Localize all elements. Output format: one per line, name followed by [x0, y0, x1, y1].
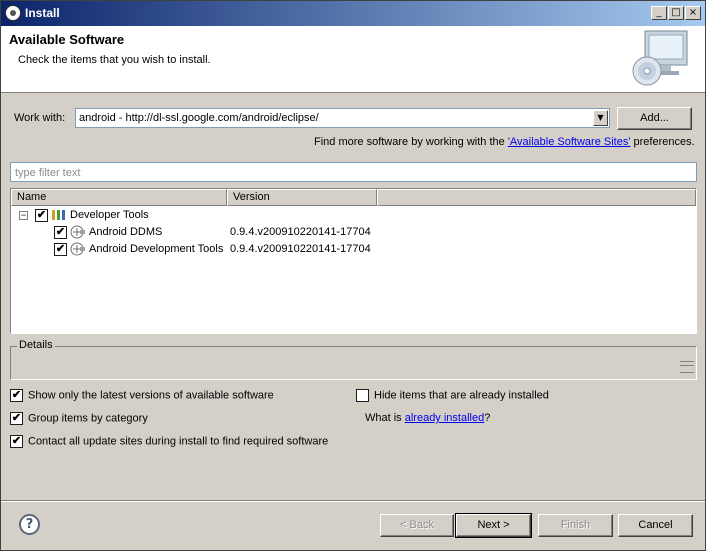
- checkbox-group-by-category[interactable]: ✔: [10, 412, 23, 425]
- option-label: Contact all update sites during install …: [28, 435, 329, 448]
- details-group: Details: [10, 339, 697, 380]
- checkbox-latest-versions[interactable]: ✔: [10, 389, 23, 402]
- help-icon[interactable]: ?: [19, 514, 40, 535]
- option-label: Show only the latest versions of availab…: [28, 389, 274, 402]
- option-latest-versions[interactable]: ✔ Show only the latest versions of availa…: [10, 389, 274, 402]
- option-label: Group items by category: [28, 412, 148, 425]
- install-window: Install _ □ × Available Software Check t…: [0, 0, 706, 551]
- plugin-icon: [70, 225, 85, 239]
- install-monitor-icon: [632, 30, 688, 86]
- work-with-value: android - http://dl-ssl.google.com/andro…: [79, 112, 319, 124]
- what-installed-suffix: ?: [484, 412, 491, 425]
- tree-item-label: Android DDMS: [89, 226, 163, 238]
- collapse-icon[interactable]: −: [19, 211, 28, 220]
- next-button[interactable]: Next >: [455, 513, 532, 538]
- checkbox-contact-update-sites[interactable]: ✔: [10, 435, 23, 448]
- minimize-button[interactable]: _: [651, 6, 667, 20]
- checkbox-hide-installed[interactable]: [356, 389, 369, 402]
- back-button[interactable]: < Back: [380, 514, 454, 537]
- sites-note-prefix: Find more software by working with the: [314, 136, 508, 148]
- footer-separator: [1, 500, 705, 502]
- chevron-down-icon[interactable]: ▼: [593, 110, 608, 126]
- column-name[interactable]: Name: [11, 189, 227, 206]
- option-group-by-category[interactable]: ✔ Group items by category: [10, 412, 148, 425]
- what-installed-prefix: What is: [365, 412, 405, 425]
- filter-field[interactable]: [10, 162, 697, 182]
- already-installed-link[interactable]: already installed: [405, 412, 485, 424]
- eclipse-icon: [5, 5, 21, 21]
- title-bar[interactable]: Install _ □ ×: [1, 1, 705, 26]
- option-label: Hide items that are already installed: [374, 389, 549, 402]
- option-hide-installed[interactable]: Hide items that are already installed: [356, 389, 549, 402]
- checkbox-android-development-tools[interactable]: ✔: [54, 243, 67, 256]
- close-button[interactable]: ×: [685, 6, 701, 20]
- work-with-combo[interactable]: android - http://dl-ssl.google.com/andro…: [75, 108, 610, 128]
- sash-grip-icon[interactable]: [680, 361, 694, 373]
- tree-row-android-development-tools[interactable]: ✔ Android Development Tools 0.9.4.v20091…: [11, 241, 696, 258]
- checkbox-developer-tools[interactable]: ✔: [35, 209, 48, 222]
- software-tree-table: Name Version − ✔ Developer Tools ✔ Andro…: [10, 188, 697, 334]
- wizard-header: Available Software Check the items that …: [1, 26, 705, 93]
- available-software-sites-link[interactable]: 'Available Software Sites': [508, 136, 631, 148]
- sites-note: Find more software by working with the '…: [314, 136, 695, 148]
- tree-item-version: 0.9.4.v200910220141-17704: [230, 226, 371, 238]
- tree-row-developer-tools[interactable]: − ✔ Developer Tools: [11, 207, 696, 224]
- cancel-button[interactable]: Cancel: [618, 514, 693, 537]
- tree-item-label: Android Development Tools: [89, 243, 224, 255]
- filter-input[interactable]: [13, 164, 697, 182]
- finish-button[interactable]: Finish: [538, 514, 613, 537]
- category-icon: [52, 210, 65, 220]
- tree-row-android-ddms[interactable]: ✔ Android DDMS 0.9.4.v200910220141-17704: [11, 224, 696, 241]
- option-contact-update-sites[interactable]: ✔ Contact all update sites during install…: [10, 435, 328, 448]
- table-header: Name Version: [11, 189, 696, 206]
- work-with-label: Work with:: [14, 112, 66, 124]
- tree-item-label: Developer Tools: [70, 209, 149, 221]
- details-title: Details: [17, 339, 55, 351]
- maximize-button[interactable]: □: [668, 6, 684, 20]
- checkbox-android-ddms[interactable]: ✔: [54, 226, 67, 239]
- page-title: Available Software: [9, 32, 125, 47]
- tree-item-version: 0.9.4.v200910220141-17704: [230, 243, 371, 255]
- page-subtitle: Check the items that you wish to install…: [18, 54, 211, 66]
- add-button[interactable]: Add...: [617, 107, 692, 130]
- column-filler: [377, 189, 696, 206]
- column-version[interactable]: Version: [227, 189, 377, 206]
- what-installed-note: What is already installed?: [365, 412, 490, 424]
- window-title: Install: [25, 6, 60, 20]
- sites-note-suffix: preferences.: [630, 136, 695, 148]
- plugin-icon: [70, 242, 85, 256]
